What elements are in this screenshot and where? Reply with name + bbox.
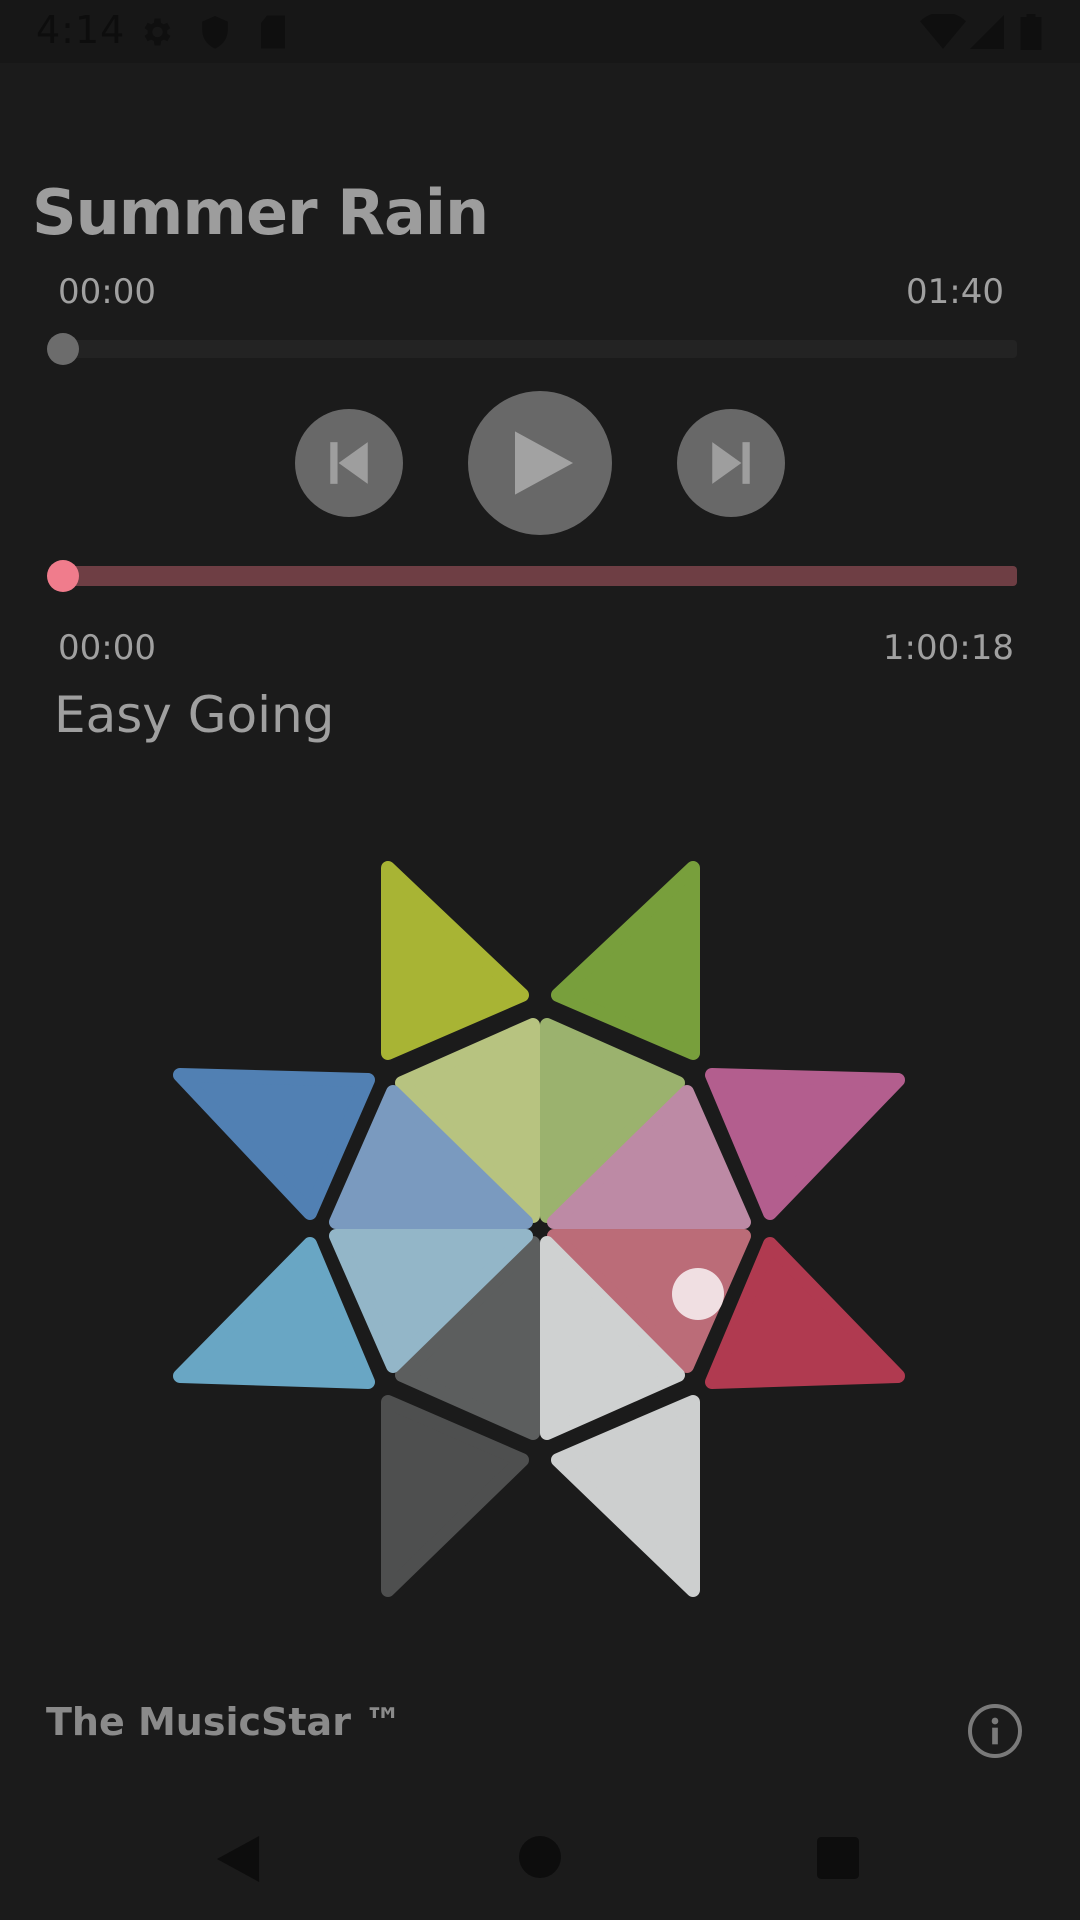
- outer-blue-segment[interactable]: [173, 1068, 375, 1220]
- mood-selector-handle[interactable]: [672, 1268, 724, 1320]
- outer-dark-gray-segment[interactable]: [381, 1395, 529, 1597]
- screen: 4:14 Summer Rain 00:00 01:40 00:00 1:00:…: [0, 0, 1080, 1920]
- outer-magenta-segment[interactable]: [705, 1068, 905, 1220]
- recents-icon[interactable]: [817, 1837, 859, 1879]
- outer-light-gray-segment[interactable]: [551, 1395, 700, 1597]
- navigation-bar: [0, 1800, 1080, 1920]
- home-icon[interactable]: [519, 1836, 561, 1878]
- mood-star-selector[interactable]: [0, 0, 1080, 1920]
- outer-sky-blue-segment[interactable]: [173, 1237, 375, 1389]
- outer-red-segment[interactable]: [705, 1237, 905, 1389]
- outer-green-segment[interactable]: [551, 861, 700, 1060]
- brand-name: The MusicStar ™: [46, 1700, 403, 1744]
- outer-yellow-green-segment[interactable]: [381, 861, 529, 1060]
- info-icon: [991, 1717, 999, 1745]
- info-button[interactable]: [968, 1704, 1022, 1758]
- back-icon[interactable]: [216, 1836, 260, 1882]
